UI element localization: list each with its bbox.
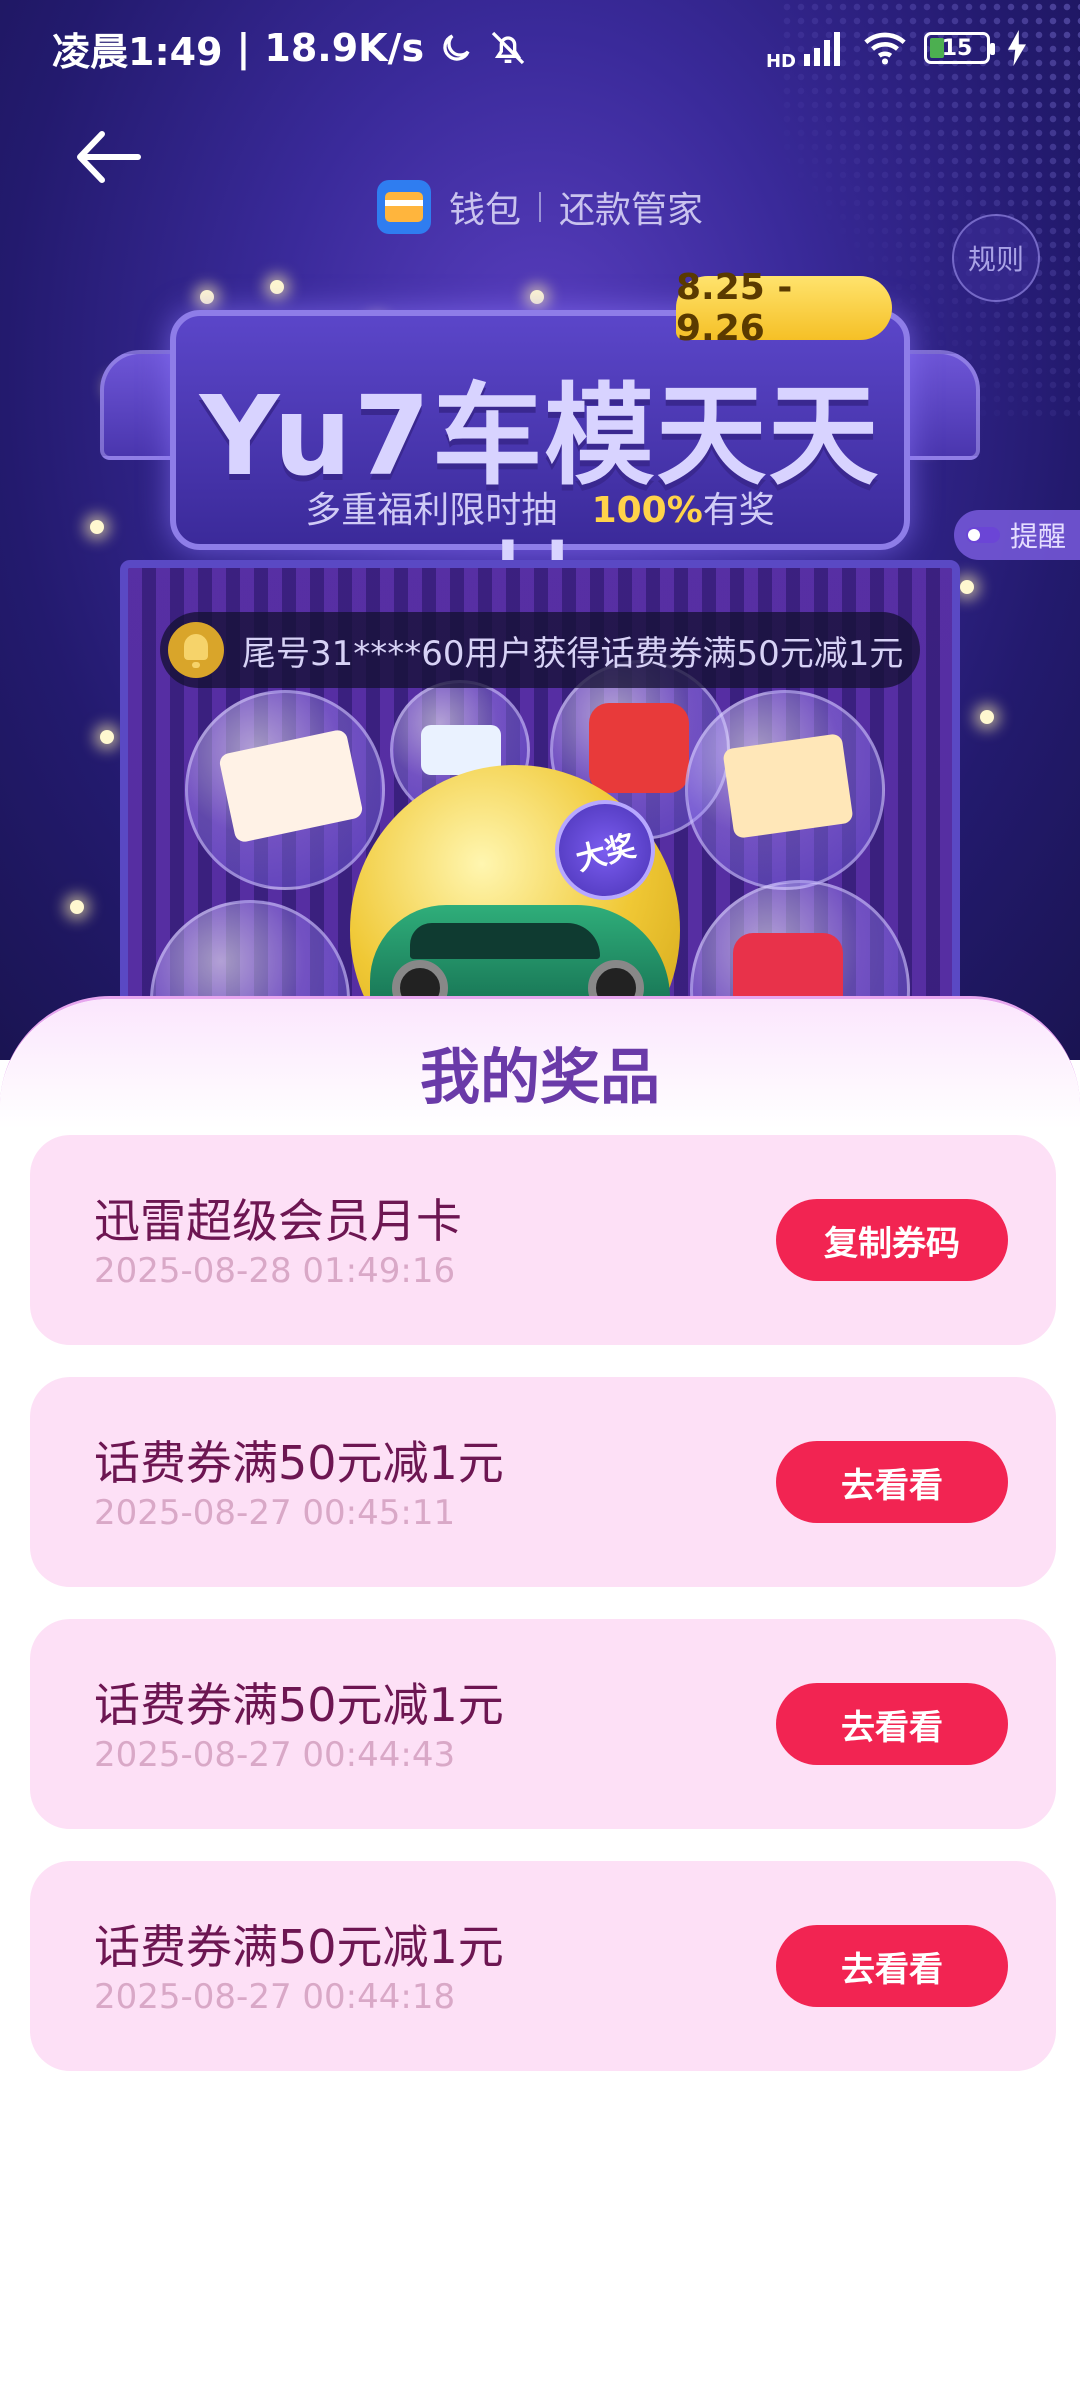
prize-name: 迅雷超级会员月卡 — [94, 1194, 462, 1248]
status-right: HD 15 — [766, 25, 1028, 72]
prize-card-image — [218, 728, 364, 844]
prize-time: 2025-08-27 00:45:11 — [94, 1493, 456, 1533]
brand-name: 钱包 — [448, 190, 521, 231]
view-button[interactable]: 去看看 — [776, 1683, 1008, 1765]
remind-label: 提醒 — [1010, 520, 1067, 553]
prize-name: 话费券满50元减1元 — [94, 1920, 504, 1974]
title-divider — [539, 192, 541, 222]
prize-card-image — [722, 733, 854, 839]
string-light — [530, 290, 544, 304]
wallet-icon — [376, 180, 431, 234]
status-left: 凌晨1:49 | 18.9K/s — [52, 21, 528, 76]
bell-off-icon — [491, 31, 525, 65]
status-separator: | — [236, 26, 251, 70]
wifi-icon — [864, 32, 906, 65]
view-button[interactable]: 去看看 — [776, 1441, 1008, 1523]
prize-card-image — [589, 703, 689, 793]
promo-banner: Yu7车模天天抽 多重福利限时抽 100%有奖 8.25 - 9.26 大奖 尾… — [0, 0, 1080, 1060]
bell-icon — [168, 622, 224, 678]
date-range-badge: 8.25 - 9.26 — [676, 267, 892, 349]
promo-subtitle-prefix: 多重福利限时抽 — [305, 490, 558, 531]
prize-time: 2025-08-28 01:49:16 — [94, 1251, 456, 1291]
section-name: 还款管家 — [559, 190, 704, 231]
remind-toggle[interactable]: 提醒 — [954, 510, 1080, 560]
promo-subtitle-highlight: 100% — [591, 490, 703, 531]
string-light — [90, 520, 104, 534]
charging-icon — [1008, 30, 1026, 66]
prize-name: 话费券满50元减1元 — [94, 1678, 504, 1732]
string-light — [980, 710, 994, 724]
status-time: 凌晨1:49 — [52, 29, 223, 74]
winner-ticker-text: 尾号31****60用户获得话费券满50元减1元 — [242, 633, 904, 674]
rules-button[interactable]: 规则 — [952, 214, 1040, 302]
toggle-icon — [966, 527, 1000, 543]
promo-subtitle: 多重福利限时抽 100%有奖 — [176, 481, 904, 533]
prize-item: 话费券满50元减1元 2025-08-27 00:45:11 去看看 — [30, 1377, 1056, 1587]
copy-code-button[interactable]: 复制券码 — [776, 1199, 1008, 1281]
view-button[interactable]: 去看看 — [776, 1925, 1008, 2007]
page-title-row: 钱包 还款管家 — [0, 180, 1080, 234]
prize-time: 2025-08-27 00:44:18 — [94, 1977, 456, 2017]
string-light — [70, 900, 84, 914]
capsule-ball — [685, 690, 885, 890]
battery-level: 15 — [941, 35, 973, 61]
status-bar: 凌晨1:49 | 18.9K/s HD 15 — [0, 0, 1080, 96]
prize-item: 话费券满50元减1元 2025-08-27 00:44:18 去看看 — [30, 1861, 1056, 2071]
sheet-title: 我的奖品 — [420, 1043, 660, 1113]
prize-name: 话费券满50元减1元 — [94, 1436, 504, 1490]
string-light — [270, 280, 284, 294]
prize-item: 话费券满50元减1元 2025-08-27 00:44:43 去看看 — [30, 1619, 1056, 1829]
network-label: HD — [765, 50, 796, 72]
capsule-ball — [185, 690, 385, 890]
winner-ticker: 尾号31****60用户获得话费券满50元减1元 — [160, 612, 920, 688]
prize-item: 迅雷超级会员月卡 2025-08-28 01:49:16 复制券码 — [30, 1135, 1056, 1345]
moon-icon — [443, 34, 470, 61]
signal-icon — [804, 32, 840, 66]
my-prizes-sheet: 我的奖品 迅雷超级会员月卡 2025-08-28 01:49:16 复制券码 话… — [0, 996, 1080, 2400]
string-light — [100, 730, 114, 744]
status-speed: 18.9K/s — [264, 26, 425, 70]
string-light — [200, 290, 214, 304]
prize-time: 2025-08-27 00:44:43 — [94, 1735, 456, 1775]
string-light — [960, 580, 974, 594]
prize-list: 迅雷超级会员月卡 2025-08-28 01:49:16 复制券码 话费券满50… — [30, 1135, 1056, 2103]
promo-subtitle-suffix: 有奖 — [702, 490, 775, 531]
battery-icon: 15 — [924, 32, 995, 64]
